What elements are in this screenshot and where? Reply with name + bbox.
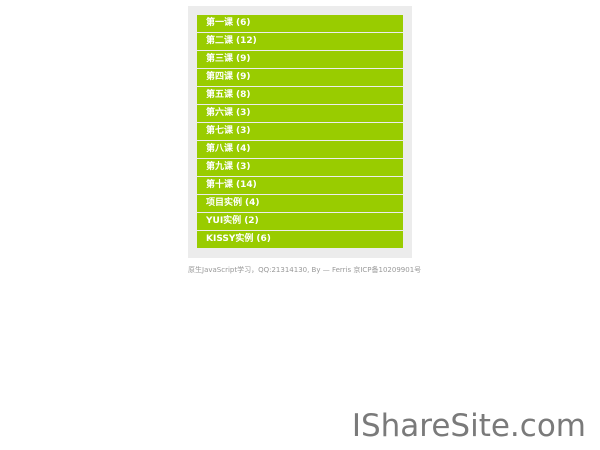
footer-text: 原生JavaScript学习，QQ:21314130, By — Ferris … (188, 266, 422, 274)
menu-item-label: 第八课 (206, 144, 234, 154)
menu-item-lesson-2[interactable]: 第二课 (12) (197, 33, 403, 50)
menu-item-count: (12) (236, 36, 257, 46)
menu-item-label: 第三课 (206, 54, 234, 64)
menu-item-count: (3) (236, 162, 251, 172)
menu-item-lesson-10[interactable]: 第十课 (14) (197, 177, 403, 194)
menu-item-label: 第六课 (206, 108, 234, 118)
menu-item-count: (4) (245, 198, 260, 208)
menu-item-count: (2) (244, 216, 259, 226)
menu-item-lesson-1[interactable]: 第一课 (6) (197, 15, 403, 32)
menu-item-label: 项目实例 (206, 198, 243, 208)
menu-item-label: 第九课 (206, 162, 234, 172)
menu-item-label: YUI实例 (206, 216, 242, 226)
menu-item-label: 第二课 (206, 36, 234, 46)
menu-item-lesson-8[interactable]: 第八课 (4) (197, 141, 403, 158)
menu-item-count: (6) (236, 18, 251, 28)
site-watermark: IShareSite.com (351, 408, 586, 444)
menu-item-yui-examples[interactable]: YUI实例 (2) (197, 213, 403, 230)
menu-item-count: (9) (236, 54, 251, 64)
menu-item-count: (4) (236, 144, 251, 154)
menu-item-count: (3) (236, 126, 251, 136)
menu-item-label: 第五课 (206, 90, 234, 100)
menu-item-label: 第四课 (206, 72, 234, 82)
menu-item-lesson-4[interactable]: 第四课 (9) (197, 69, 403, 86)
menu-item-lesson-6[interactable]: 第六课 (3) (197, 105, 403, 122)
lesson-list: 第一课 (6) 第二课 (12) 第三课 (9) 第四课 (9) 第五课 (8) 第六课(… (197, 15, 403, 248)
menu-item-lesson-7[interactable]: 第七课 (3) (197, 123, 403, 140)
menu-item-label: KISSY实例 (206, 234, 254, 244)
menu-item-count: (14) (236, 180, 257, 190)
lesson-menu: 第一课 (6) 第二课 (12) 第三课 (9) 第四课 (9) 第五课 (8) 第六课(… (188, 6, 412, 258)
menu-item-label: 第七课 (206, 126, 234, 136)
menu-item-count: (8) (236, 90, 251, 100)
menu-item-kissy-examples[interactable]: KISSY实例 (6) (197, 231, 403, 248)
menu-item-project-examples[interactable]: 项目实例 (4) (197, 195, 403, 212)
menu-item-lesson-5[interactable]: 第五课 (8) (197, 87, 403, 104)
menu-item-count: (3) (236, 108, 251, 118)
menu-item-label: 第一课 (206, 18, 234, 28)
page: 第一课 (6) 第二课 (12) 第三课 (9) 第四课 (9) 第五课 (8) 第六课(… (0, 0, 600, 450)
menu-item-count: (6) (256, 234, 271, 244)
menu-item-count: (9) (236, 72, 251, 82)
menu-item-lesson-9[interactable]: 第九课 (3) (197, 159, 403, 176)
menu-item-label: 第十课 (206, 180, 234, 190)
menu-item-lesson-3[interactable]: 第三课 (9) (197, 51, 403, 68)
